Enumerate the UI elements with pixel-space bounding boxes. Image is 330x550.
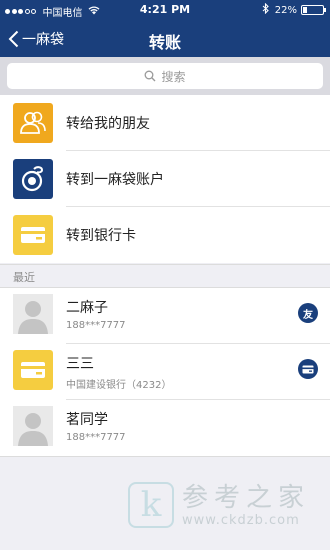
search-icon [145, 70, 156, 82]
card-badge-icon [298, 359, 318, 379]
watermark-text: 参考之家 www.ckdzb.com [182, 483, 310, 528]
transfer-options: 转给我的朋友 转到一麻袋账户 转到银行卡 [0, 95, 330, 263]
battery-fill [303, 7, 308, 13]
contact-phone: 188***7777 [66, 320, 126, 331]
bank-account-info: 中国建设银行（4232） [66, 380, 172, 391]
bluetooth-icon [262, 2, 269, 17]
transfer-to-account-item[interactable]: 转到一麻袋账户 [0, 151, 330, 207]
watermark-chinese: 参考之家 [182, 482, 311, 513]
friend-badge-icon: 友 [298, 303, 318, 323]
watermark: k 参考之家 www.ckdzb.com [128, 478, 324, 532]
contact-phone: 188***7777 [66, 432, 126, 443]
bank-card-icon [13, 215, 53, 255]
contact-name: 茗同学 [66, 412, 108, 428]
transfer-to-bank-card-label: 转到银行卡 [66, 228, 136, 244]
transfer-to-friend-item[interactable]: 转给我的朋友 [0, 95, 330, 151]
recent-contact-item[interactable]: 茗同学 188***7777 [0, 400, 330, 456]
search-input[interactable]: 搜索 [7, 63, 323, 89]
transfer-to-account-label: 转到一麻袋账户 [66, 172, 164, 188]
yimadai-logo-icon [13, 159, 53, 199]
page-title: 转账 [148, 33, 181, 52]
default-avatar-icon [13, 294, 53, 334]
recent-section-header: 最近 [0, 264, 330, 288]
recent-bank-card-item[interactable]: 三三 中国建设银行（4232） [0, 344, 330, 400]
transfer-to-friend-label: 转给我的朋友 [66, 116, 150, 132]
status-bar: 中国电信 4:21 PM 22% [0, 0, 330, 20]
search-bar: 搜索 [0, 57, 330, 95]
friends-icon [13, 103, 53, 143]
watermark-logo: k [128, 482, 174, 528]
recent-list: 二麻子 188***7777 友 三三 中国建设银行（4232） 茗同学 188… [0, 288, 330, 457]
default-avatar-icon [13, 406, 53, 446]
contact-name: 二麻子 [66, 300, 108, 316]
transfer-to-bank-card-item[interactable]: 转到银行卡 [0, 207, 330, 263]
battery-percent: 22% [274, 4, 297, 16]
contact-name: 三三 [66, 356, 94, 372]
recent-contact-item[interactable]: 二麻子 188***7777 友 [0, 288, 330, 344]
nav-bar: 一麻袋 转账 [0, 20, 330, 57]
status-right: 22% [262, 2, 326, 17]
search-placeholder: 搜索 [161, 69, 186, 84]
recent-section-title: 最近 [13, 271, 35, 284]
battery-icon [301, 5, 326, 15]
watermark-url: www.ckdzb.com [182, 512, 300, 528]
bank-card-icon [13, 350, 53, 390]
